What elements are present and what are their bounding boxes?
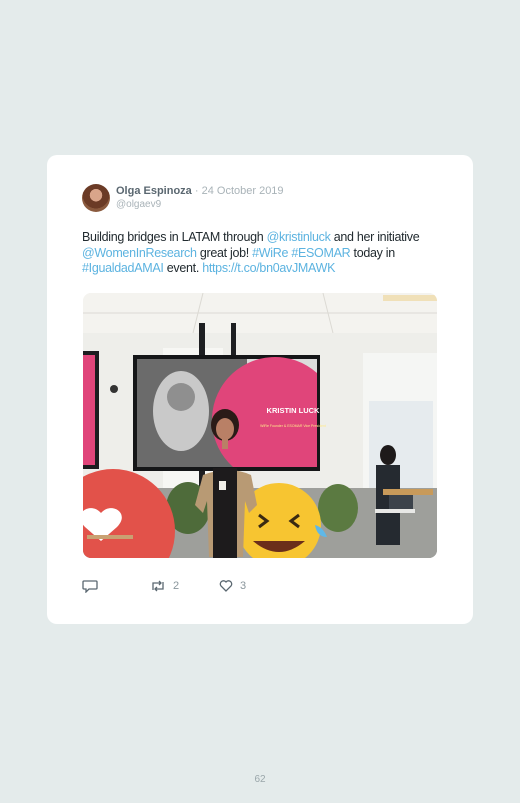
tweet-text: Building bridges in LATAM through @krist… — [82, 230, 442, 277]
tweet-text-segment: Building bridges in LATAM through — [82, 230, 267, 244]
author-name[interactable]: Olga Espinoza — [116, 185, 192, 197]
hashtag-link[interactable]: #WiRe — [252, 246, 288, 260]
reply-icon — [82, 580, 98, 593]
page-number: 62 — [254, 774, 266, 785]
retweet-count: 2 — [173, 580, 180, 592]
separator-dot: · — [194, 185, 199, 197]
mention-link[interactable]: @WomenInResearch — [82, 246, 197, 260]
avatar[interactable] — [82, 184, 110, 212]
tweet-text-segment: and her initiative — [330, 230, 420, 244]
tweet-photo[interactable]: KRISTIN LUCK WIRe Founder & ESOMAR Vice … — [83, 293, 437, 558]
mention-link[interactable]: @kristinluck — [267, 230, 331, 244]
screen-caption-text: WIRe Founder & ESOMAR Vice President — [260, 424, 326, 428]
reply-action[interactable] — [82, 579, 98, 593]
heart-icon — [219, 580, 233, 592]
tweet-text-segment: event. — [163, 261, 203, 275]
event-photo-illustration: KRISTIN LUCK WIRe Founder & ESOMAR Vice … — [83, 293, 437, 558]
url-link[interactable]: https://t.co/bn0avJMAWK — [202, 261, 335, 275]
author-handle[interactable]: @olgaev9 — [116, 199, 161, 210]
tweet-text-segment: today in — [350, 245, 396, 260]
hashtag-link[interactable]: #ESOMAR — [291, 246, 350, 260]
retweet-action[interactable]: 2 — [149, 579, 179, 593]
like-action[interactable]: 3 — [218, 579, 246, 593]
tweet-actions: 2 3 — [82, 579, 442, 595]
tweet-date[interactable]: 24 October 2019 — [202, 185, 284, 197]
retweet-icon — [152, 580, 164, 592]
tweet-text-segment: great job! — [196, 245, 253, 260]
tweet-card: Olga Espinoza · 24 October 2019 @olgaev9… — [47, 155, 473, 624]
like-count: 3 — [240, 580, 247, 592]
screen-name-text: KRISTIN LUCK — [267, 406, 320, 415]
tweet-header: Olga Espinoza · 24 October 2019 — [116, 185, 284, 197]
hashtag-link[interactable]: #IgualdadAMAI — [82, 261, 164, 275]
